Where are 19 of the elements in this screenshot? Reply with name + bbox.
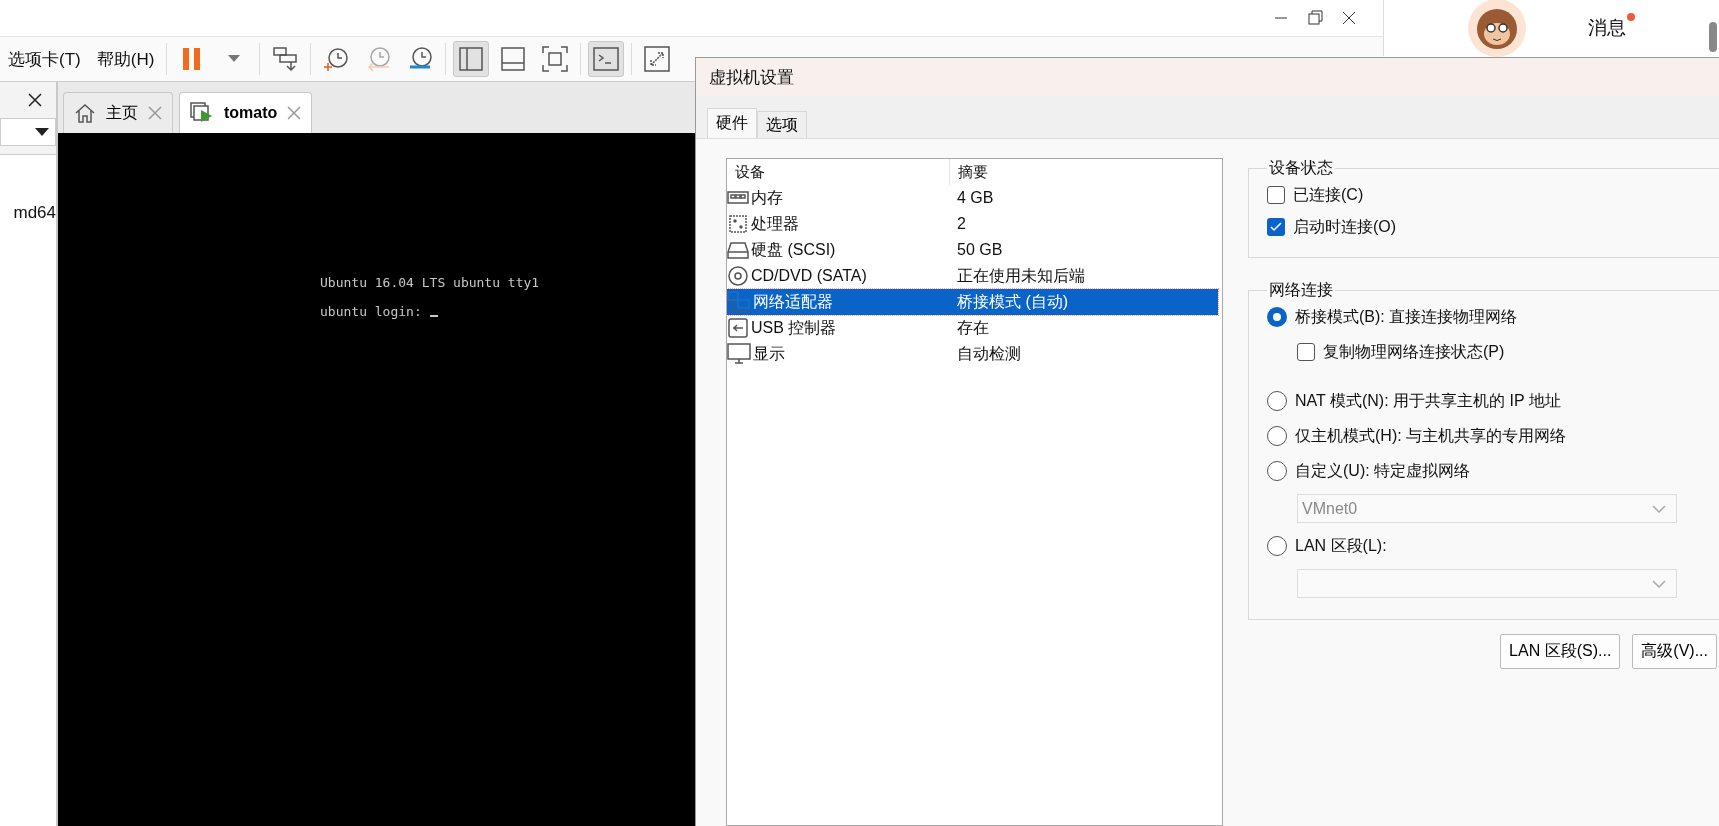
device-name: 内存 (751, 187, 783, 208)
group-title: 网络连接 (1268, 280, 1334, 300)
device-name: USB 控制器 (751, 317, 837, 338)
device-name: CD/DVD (SATA) (751, 267, 867, 285)
device-summary: 桥接模式 (自动) (956, 291, 1070, 312)
device-summary: 存在 (956, 317, 990, 338)
group-title: 设备状态 (1268, 158, 1334, 178)
device-name: 显示 (753, 343, 785, 364)
device-name: 硬盘 (SCSI) (751, 239, 836, 260)
device-name: 网络适配器 (753, 291, 833, 312)
device-summary: 50 GB (956, 241, 1004, 259)
device-summary: 自动检测 (956, 343, 1022, 364)
dialog-title: 虚拟机设置 (696, 58, 1719, 96)
device-summary: 2 (956, 215, 967, 233)
device-summary: 正在使用未知后端 (956, 265, 1086, 286)
device-summary: 4 GB (956, 189, 995, 207)
device-name: 处理器 (751, 213, 799, 234)
console-text: Ubuntu 16.04 LTS ubuntu tty1 (320, 275, 540, 290)
console-text: ubuntu login: (320, 304, 422, 319)
